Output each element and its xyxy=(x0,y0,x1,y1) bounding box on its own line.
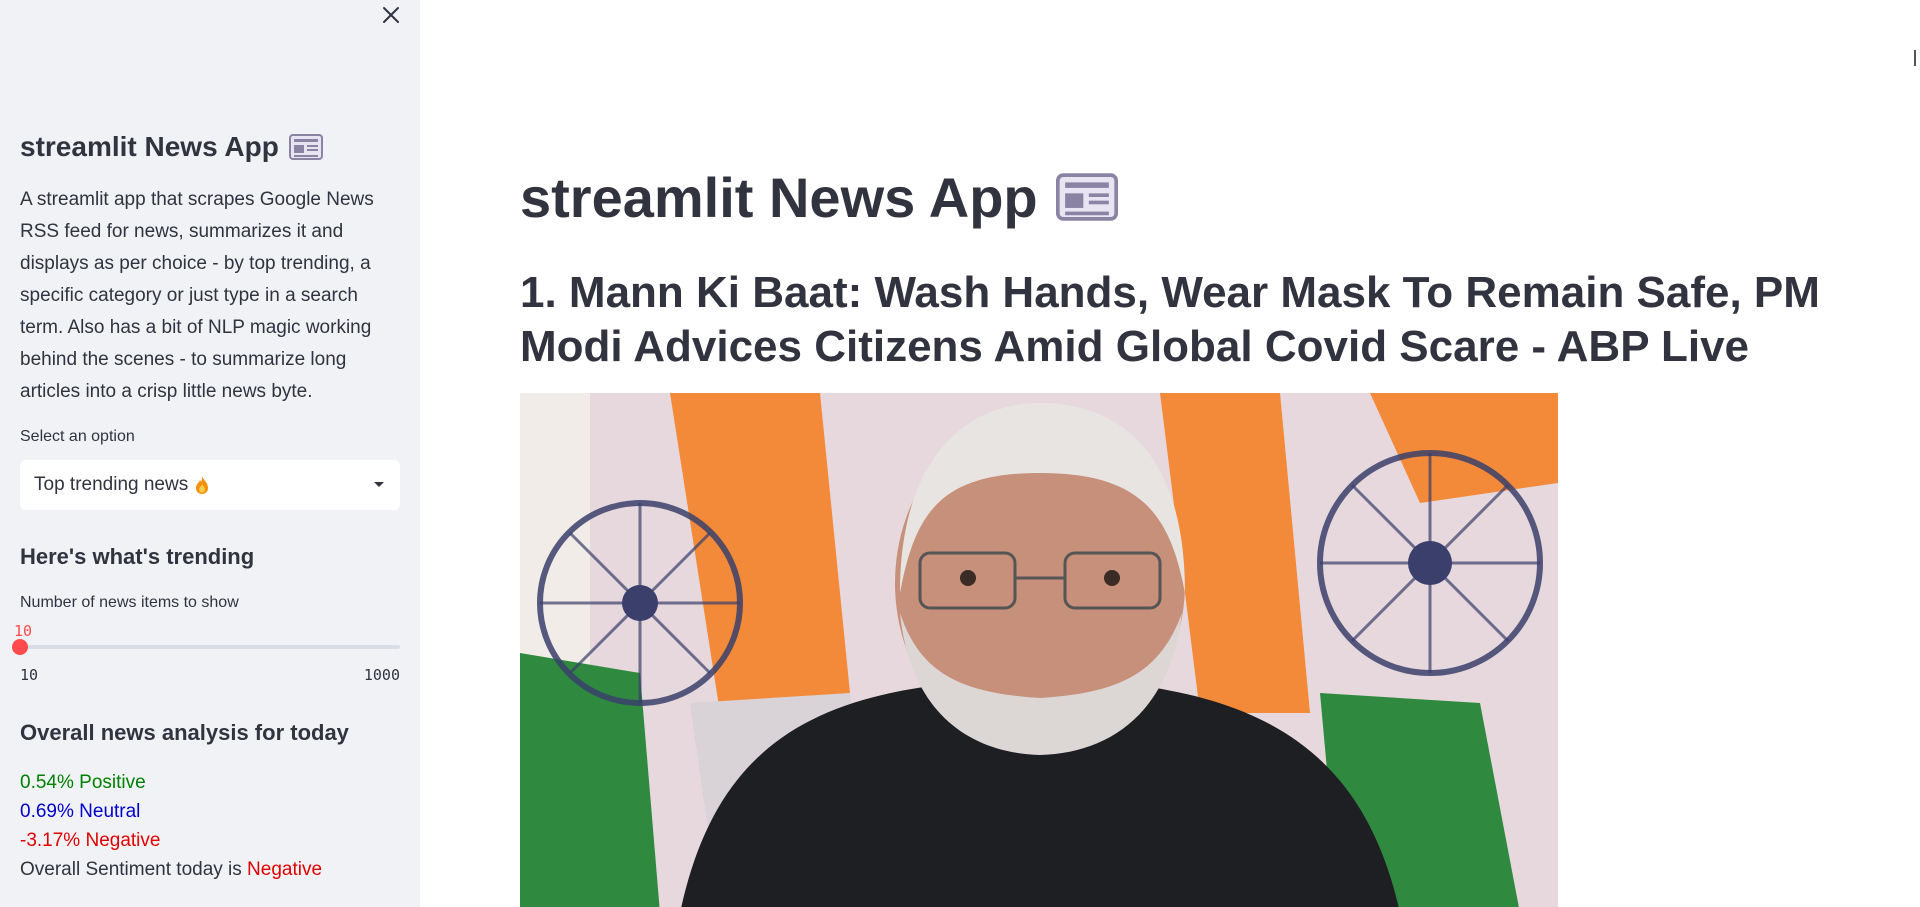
chevron-down-icon xyxy=(374,482,384,487)
page-title: streamlit News App xyxy=(520,162,1118,232)
sidebar-title: streamlit News App xyxy=(20,122,400,172)
analysis-heading: Overall news analysis for today xyxy=(20,720,349,745)
slider-current-value: 10 xyxy=(14,622,33,640)
close-icon xyxy=(383,7,399,23)
neutral-score: 0.69% Neutral xyxy=(20,801,141,822)
trending-heading: Here's what's trending xyxy=(20,544,255,569)
overall-sentiment-value: Negative xyxy=(247,859,323,880)
sidebar-title-text: streamlit News App xyxy=(20,131,279,162)
slider-max-label: 1000 xyxy=(363,666,400,684)
slider-thumb[interactable] xyxy=(12,639,28,655)
select-value: Top trending news xyxy=(34,474,210,496)
news-option-select[interactable]: Top trending news xyxy=(20,460,400,510)
main-content: streamlit News App 1. Mann Ki Baat: Wash… xyxy=(420,0,1920,907)
select-label: Select an option xyxy=(20,428,135,445)
news-photo-illustration xyxy=(520,393,1558,907)
slider-min-label: 10 xyxy=(20,666,39,684)
close-sidebar-button[interactable] xyxy=(378,2,404,28)
overall-sentiment: Overall Sentiment today is Negative xyxy=(20,855,400,884)
news-image xyxy=(520,393,1558,907)
page-title-text: streamlit News App xyxy=(520,165,1038,229)
newspaper-icon xyxy=(288,134,323,160)
negative-score: -3.17% Negative xyxy=(20,830,161,851)
positive-score: 0.54% Positive xyxy=(20,772,146,793)
newspaper-icon xyxy=(1055,173,1118,221)
app-description: A streamlit app that scrapes Google News… xyxy=(20,189,374,402)
sidebar: streamlit News App A streamlit app that … xyxy=(0,0,420,907)
text-cursor xyxy=(1914,50,1916,66)
overall-sentiment-prefix: Overall Sentiment today is xyxy=(20,859,248,880)
slider-label: Number of news items to show xyxy=(20,594,239,611)
fire-icon xyxy=(196,476,209,494)
news-headline: 1. Mann Ki Baat: Wash Hands, Wear Mask T… xyxy=(520,268,1820,371)
slider-track[interactable] xyxy=(20,645,400,649)
news-count-slider[interactable]: 10 10 1000 xyxy=(12,622,400,684)
select-value-text: Top trending news xyxy=(34,474,189,495)
sentiment-summary: 0.54% Positive 0.69% Neutral -3.17% Nega… xyxy=(20,768,400,884)
